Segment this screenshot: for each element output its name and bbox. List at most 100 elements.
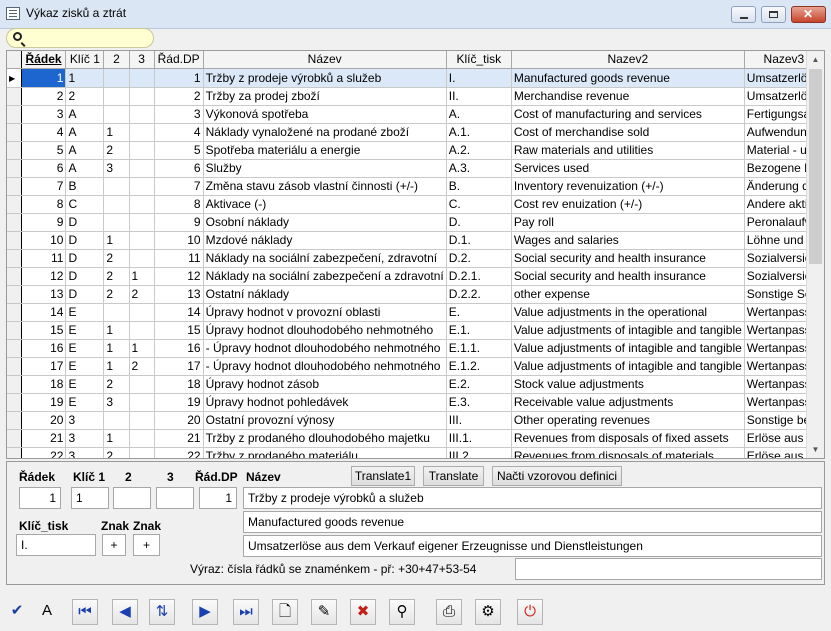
table-cell[interactable]: A	[65, 141, 105, 160]
table-cell[interactable]: E.1.1.	[446, 339, 512, 358]
table-row[interactable]: 9 D 9 Osobní náklady D. Pay roll Peronalaufwa	[7, 213, 824, 232]
table-cell[interactable]: 8	[154, 195, 204, 214]
table-cell[interactable]: 1	[21, 68, 67, 88]
table-cell[interactable]: Úpravy hodnot v provozní oblasti	[203, 303, 447, 322]
table-cell[interactable]: 8	[21, 195, 67, 214]
table-cell[interactable]: - Úpravy hodnot dlouhodobého nehmotného	[203, 357, 447, 376]
table-cell[interactable]: 1	[103, 339, 130, 358]
table-cell[interactable]: 6	[21, 159, 67, 178]
klic-tisk-field[interactable]: I.	[16, 534, 96, 556]
sort-az-icon[interactable]: ⇅	[149, 599, 175, 625]
table-cell[interactable]: 1	[103, 321, 130, 340]
table-cell[interactable]: 2	[103, 267, 130, 286]
row-indicator[interactable]	[7, 393, 22, 412]
table-cell[interactable]	[129, 123, 155, 142]
power-icon[interactable]: ⏻	[517, 599, 543, 625]
table-cell[interactable]: 2	[103, 141, 130, 160]
table-cell[interactable]: 2	[129, 357, 155, 376]
table-cell[interactable]: Inventory revenuization (+/-)	[511, 177, 745, 196]
table-cell[interactable]	[129, 303, 155, 322]
table-cell[interactable]: 2	[103, 249, 130, 268]
table-cell[interactable]: Spotřeba materiálu a energie	[203, 141, 447, 160]
table-row[interactable]: 13 D 2 2 13 Ostatní náklady D.2.2. other expens…	[7, 285, 824, 304]
table-cell[interactable]: 4	[21, 123, 67, 142]
table-cell[interactable]: D	[65, 249, 105, 268]
row-indicator[interactable]	[7, 159, 22, 178]
print-icon[interactable]: ⎙	[436, 599, 462, 625]
scroll-down-icon[interactable]: ▼	[807, 441, 824, 458]
klic1-field[interactable]: 1	[71, 487, 109, 509]
next-record-icon[interactable]: ▶	[192, 599, 218, 625]
table-cell[interactable]: Value adjustments in the operational	[511, 303, 745, 322]
vertical-scrollbar[interactable]: ▲ ▼	[806, 51, 824, 458]
table-row[interactable]: 5 A 2 5 Spotřeba materiálu a energie A.2. Raw …	[7, 141, 824, 160]
table-cell[interactable]: 1	[103, 429, 130, 448]
table-cell[interactable]: Služby	[203, 159, 447, 178]
table-cell[interactable]	[129, 105, 155, 124]
row-indicator[interactable]	[7, 267, 22, 286]
table-cell[interactable]: A.1.	[446, 123, 512, 142]
table-cell[interactable]: Tržby z prodaného dlouhodobého majetku	[203, 429, 447, 448]
scroll-thumb[interactable]	[809, 69, 822, 264]
table-cell[interactable]: Mzdové náklady	[203, 231, 447, 250]
table-row[interactable]: 14 E 14 Úpravy hodnot v provozní oblasti E. V…	[7, 303, 824, 322]
table-cell[interactable]: 17	[154, 357, 204, 376]
table-cell[interactable]	[103, 303, 130, 322]
table-cell[interactable]: Tržby za prodej zboží	[203, 87, 447, 106]
table-cell[interactable]: 21	[154, 429, 204, 448]
table-cell[interactable]: Services used	[511, 159, 745, 178]
table-cell[interactable]: 2	[65, 87, 105, 106]
table-cell[interactable]: A	[65, 123, 105, 142]
table-cell[interactable]: 10	[21, 231, 67, 250]
table-row[interactable]: 22 3 2 22 Tržby z prodaného materiálu III.2. R…	[7, 447, 824, 458]
first-record-icon[interactable]: ⏮	[72, 599, 98, 625]
table-cell[interactable]: A.3.	[446, 159, 512, 178]
table-cell[interactable]: E	[65, 321, 105, 340]
table-cell[interactable]: B	[65, 177, 105, 196]
table-cell[interactable]: 19	[21, 393, 67, 412]
table-cell[interactable]: 1	[103, 123, 130, 142]
table-cell[interactable]: 5	[21, 141, 67, 160]
last-record-icon[interactable]: ⏭	[233, 599, 259, 625]
row-indicator[interactable]	[7, 213, 22, 232]
table-cell[interactable]: 3	[154, 105, 204, 124]
table-cell[interactable]: Výkonová spotřeba	[203, 105, 447, 124]
column-header-5[interactable]: Název	[203, 51, 447, 69]
row-indicator[interactable]	[7, 105, 22, 124]
table-cell[interactable]: E	[65, 375, 105, 394]
table-cell[interactable]	[103, 411, 130, 430]
table-cell[interactable]: B.	[446, 177, 512, 196]
table-cell[interactable]: 2	[103, 447, 130, 458]
table-cell[interactable]: Úpravy hodnot dlouhodobého nehmotného	[203, 321, 447, 340]
table-cell[interactable]: A	[65, 159, 105, 178]
table-cell[interactable]: 20	[154, 411, 204, 430]
table-cell[interactable]	[103, 195, 130, 214]
delete-icon[interactable]: ✖	[350, 599, 376, 625]
table-cell[interactable]: 2	[103, 285, 130, 304]
table-cell[interactable]: 9	[21, 213, 67, 232]
table-row[interactable]: 10 D 1 10 Mzdové náklady D.1. Wages and salari…	[7, 231, 824, 250]
table-cell[interactable]: other expense	[511, 285, 745, 304]
table-cell[interactable]: D.2.	[446, 249, 512, 268]
table-row[interactable]: 6 A 3 6 Služby A.3. Services used Bezogene Di	[7, 159, 824, 178]
table-cell[interactable]: Cost rev enuization (+/-)	[511, 195, 745, 214]
table-cell[interactable]: Tržby z prodeje výrobků a služeb	[203, 68, 447, 88]
table-cell[interactable]: Stock value adjustments	[511, 375, 745, 394]
table-cell[interactable]: Value adjustments of intagible and tangi…	[511, 357, 745, 376]
table-cell[interactable]: 15	[154, 321, 204, 340]
table-cell[interactable]: Other operating revenues	[511, 411, 745, 430]
table-cell[interactable]	[129, 141, 155, 160]
table-cell[interactable]: Pay roll	[511, 213, 745, 232]
row-indicator[interactable]	[7, 177, 22, 196]
prev-record-icon[interactable]: ◀	[112, 599, 138, 625]
table-cell[interactable]: E.3.	[446, 393, 512, 412]
row-indicator[interactable]	[7, 447, 22, 458]
current-row-indicator-icon[interactable]	[7, 68, 22, 88]
table-cell[interactable]	[129, 195, 155, 214]
table-cell[interactable]: 1	[103, 231, 130, 250]
klic3-field[interactable]	[156, 487, 194, 509]
table-cell[interactable]: 13	[154, 285, 204, 304]
table-cell[interactable]	[129, 249, 155, 268]
table-cell[interactable]	[129, 321, 155, 340]
table-cell[interactable]: Social security and health insurance	[511, 249, 745, 268]
